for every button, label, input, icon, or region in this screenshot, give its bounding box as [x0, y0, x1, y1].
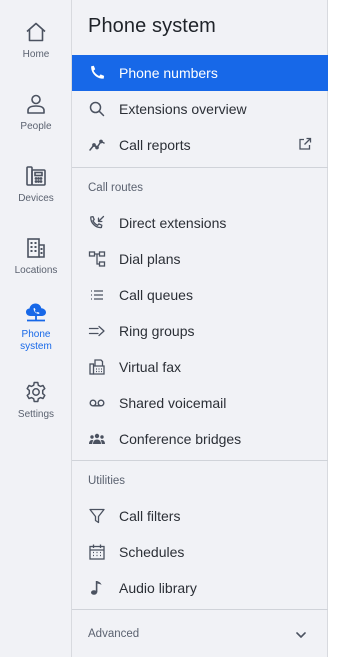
nav-label-shared-voicemail: Shared voicemail: [119, 395, 227, 411]
chevron-down-icon: [296, 632, 306, 638]
nav-label-extensions-overview: Extensions overview: [119, 101, 247, 117]
nav-item-call-filters[interactable]: Call filters: [72, 498, 328, 534]
person-icon: [27, 94, 45, 114]
home-icon: [26, 22, 46, 42]
rail-item-settings[interactable]: Settings: [0, 380, 72, 436]
rail-label-devices: Devices: [18, 193, 54, 204]
nav-item-call-reports[interactable]: Call reports: [72, 127, 328, 163]
filter-icon: [89, 508, 105, 524]
nav-item-direct-extensions[interactable]: Direct extensions: [72, 205, 328, 241]
nav-label-schedules: Schedules: [119, 544, 185, 560]
fax-icon: [89, 359, 105, 375]
building-icon: [27, 238, 45, 258]
nav-label-call-queues: Call queues: [119, 287, 193, 303]
cloud-phone-icon: [26, 303, 46, 322]
nav-item-conference-bridges[interactable]: Conference bridges: [72, 421, 328, 457]
nav-label-phone-numbers: Phone numbers: [119, 65, 218, 81]
rail-item-locations[interactable]: Locations: [0, 236, 72, 292]
rail-label-phone-system: Phone system: [20, 329, 52, 352]
rail-item-phone-system[interactable]: Phone system: [0, 300, 72, 356]
nav-item-phone-numbers[interactable]: Phone numbers: [72, 55, 328, 91]
section-divider: [72, 460, 328, 461]
section-divider: [72, 609, 328, 610]
panel-title: Phone system: [88, 15, 216, 37]
line-chart-icon: [89, 139, 105, 151]
search-icon: [89, 101, 105, 117]
nav-item-call-queues[interactable]: Call queues: [72, 277, 328, 313]
nav-item-schedules[interactable]: Schedules: [72, 534, 328, 570]
nav-item-audio-library[interactable]: Audio library: [72, 570, 328, 606]
arrow-group-icon: [88, 325, 105, 337]
calendar-icon: [89, 544, 105, 560]
nav-label-direct-extensions: Direct extensions: [119, 215, 227, 231]
nav-item-virtual-fax[interactable]: Virtual fax: [72, 349, 328, 385]
nav-label-call-reports: Call reports: [119, 137, 191, 153]
phone-system-panel: Phone system Phone numbers Extensions ov…: [72, 0, 328, 657]
external-link-icon: [299, 137, 312, 150]
nav-item-ring-groups[interactable]: Ring groups: [72, 313, 328, 349]
section-divider: [72, 167, 328, 168]
phone-icon: [91, 65, 105, 79]
section-label-utilities: Utilities: [88, 475, 126, 487]
phone-incoming-icon: [90, 215, 105, 229]
rail-item-people[interactable]: People: [0, 92, 72, 148]
voicemail-icon: [89, 399, 105, 407]
nav-item-extensions-overview[interactable]: Extensions overview: [72, 91, 328, 127]
advanced-toggle[interactable]: Advanced: [72, 617, 328, 653]
nav-label-ring-groups: Ring groups: [119, 323, 195, 339]
music-note-icon: [91, 581, 102, 595]
rail-label-settings: Settings: [17, 409, 55, 420]
rail-label-people: People: [20, 121, 52, 132]
nav-label-call-filters: Call filters: [119, 508, 181, 524]
nav-label-conference-bridges: Conference bridges: [119, 431, 242, 447]
nav-label-virtual-fax: Virtual fax: [119, 359, 181, 375]
desk-phone-icon: [26, 166, 46, 186]
global-nav-rail: Home People Devices Locations Phone syst…: [0, 0, 72, 657]
section-label-call-routes: Call routes: [88, 182, 143, 194]
rail-label-locations: Locations: [14, 265, 58, 276]
advanced-label: Advanced: [88, 628, 140, 640]
nav-label-dial-plans: Dial plans: [119, 251, 181, 267]
rail-label-home: Home: [22, 49, 50, 60]
flow-icon: [88, 251, 106, 267]
nav-item-shared-voicemail[interactable]: Shared voicemail: [72, 385, 328, 421]
nav-label-audio-library: Audio library: [119, 580, 197, 596]
group-icon: [89, 433, 105, 444]
rail-item-home[interactable]: Home: [0, 20, 72, 76]
gear-icon: [26, 381, 46, 403]
nav-item-dial-plans[interactable]: Dial plans: [72, 241, 328, 277]
rail-item-devices[interactable]: Devices: [0, 164, 72, 220]
list-icon: [91, 290, 103, 300]
